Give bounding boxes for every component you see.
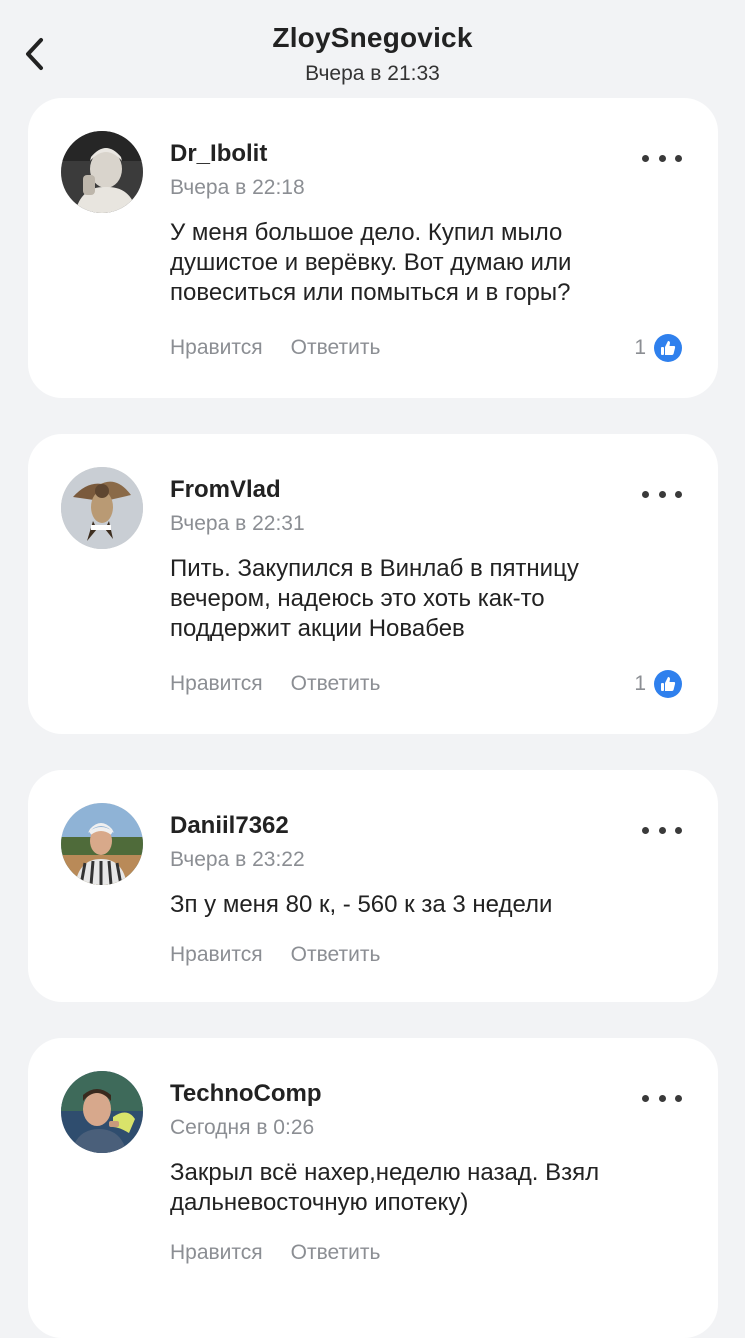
dot-icon [642, 826, 649, 834]
comment-actions: Нравится Ответить [170, 672, 380, 696]
dot-icon [675, 1094, 682, 1102]
comment-text: Пить. Закупился в Винлаб в пятницу вечер… [170, 555, 579, 642]
dot-icon [642, 154, 649, 162]
more-options-button[interactable] [642, 146, 682, 170]
comment-author[interactable]: Daniil7362 [170, 812, 289, 840]
dot-icon [675, 154, 682, 162]
comment-time: Сегодня в 0:26 [170, 1116, 315, 1139]
dot-icon [675, 826, 682, 834]
dot-icon [658, 490, 666, 498]
page-subtitle: Вчера в 21:33 [305, 62, 440, 85]
dot-icon [658, 154, 666, 162]
comment-actions: Нравится Ответить [170, 336, 380, 360]
like-count: 1 [634, 336, 646, 359]
comment-text: У меня большое дело. Купил мыло душистое… [170, 219, 572, 306]
avatar[interactable] [61, 1071, 143, 1153]
like-button[interactable]: Нравится [170, 336, 263, 360]
reply-button[interactable]: Ответить [291, 336, 381, 360]
comment-card: TechnoComp Сегодня в 0:26 Закрыл всё нах… [28, 1038, 718, 1338]
comment-card: Daniil7362 Вчера в 23:22 Зп у меня 80 к,… [28, 770, 718, 1002]
comment-author[interactable]: Dr_Ibolit [170, 140, 267, 168]
comment-time: Вчера в 23:22 [170, 848, 305, 871]
reply-button[interactable]: Ответить [291, 1241, 381, 1265]
comment-actions: Нравится Ответить [170, 943, 380, 967]
comment-actions: Нравится Ответить [170, 1241, 380, 1265]
comment-card: FromVlad Вчера в 22:31 Пить. Закупился в… [28, 434, 718, 734]
top-bar: ZloySnegovick Вчера в 21:33 [0, 0, 745, 100]
comment-author[interactable]: FromVlad [170, 476, 281, 504]
avatar[interactable] [61, 467, 143, 549]
comment-time: Вчера в 22:18 [170, 176, 305, 199]
thumbs-up-icon [654, 670, 682, 698]
like-counter[interactable]: 1 [634, 670, 682, 698]
like-count: 1 [634, 672, 646, 695]
dot-icon [658, 1094, 666, 1102]
like-button[interactable]: Нравится [170, 1241, 263, 1265]
more-options-button[interactable] [642, 1086, 682, 1110]
reply-button[interactable]: Ответить [291, 943, 381, 967]
comment-text: Закрыл всё нахер,неделю назад. Взял даль… [170, 1159, 600, 1216]
page-title: ZloySnegovick [272, 22, 473, 53]
more-options-button[interactable] [642, 818, 682, 842]
dot-icon [642, 490, 649, 498]
reply-button[interactable]: Ответить [291, 672, 381, 696]
like-counter[interactable]: 1 [634, 334, 682, 362]
dot-icon [658, 826, 666, 834]
avatar[interactable] [61, 803, 143, 885]
avatar[interactable] [61, 131, 143, 213]
more-options-button[interactable] [642, 482, 682, 506]
comment-text: Зп у меня 80 к, - 560 к за 3 недели [170, 891, 553, 918]
dot-icon [642, 1094, 649, 1102]
comment-author[interactable]: TechnoComp [170, 1080, 322, 1108]
like-button[interactable]: Нравится [170, 943, 263, 967]
dot-icon [675, 490, 682, 498]
comment-card: Dr_Ibolit Вчера в 22:18 У меня большое д… [28, 98, 718, 398]
thumbs-up-icon [654, 334, 682, 362]
like-button[interactable]: Нравится [170, 672, 263, 696]
comment-time: Вчера в 22:31 [170, 512, 305, 535]
